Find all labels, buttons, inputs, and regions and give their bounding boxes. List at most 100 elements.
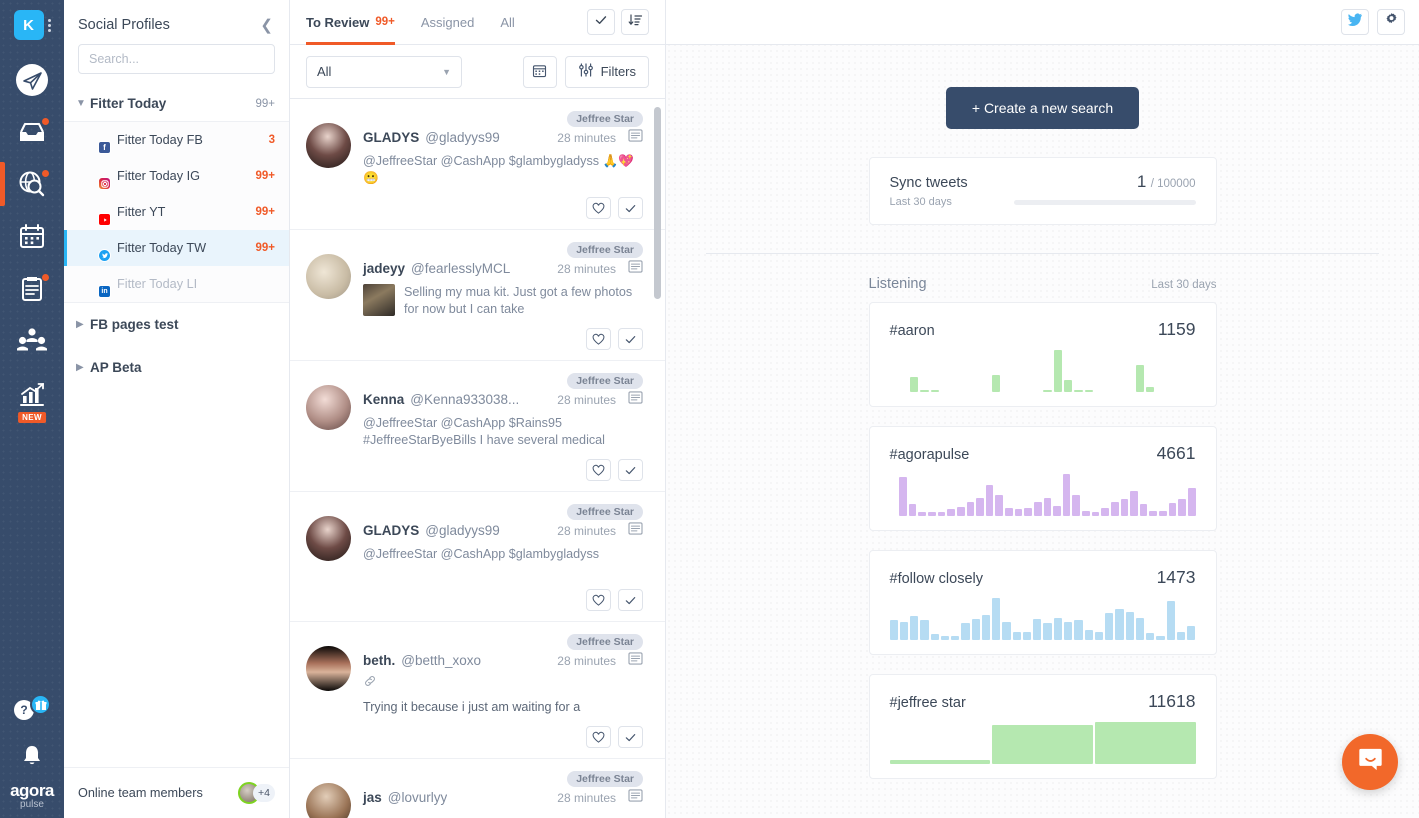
review-button[interactable] <box>618 726 643 748</box>
rail-item-analytics[interactable]: NEW <box>0 366 64 424</box>
sparkline-bar <box>1146 633 1154 640</box>
intercom-chat-button[interactable] <box>1342 734 1398 790</box>
rail-item-listening[interactable] <box>0 158 64 210</box>
sparkline-bar <box>910 377 918 392</box>
sparkline-bar <box>1140 504 1148 516</box>
review-button[interactable] <box>618 197 643 219</box>
social-profiles-panel: Social Profiles ❮ ▼ Fitter Today 99+ f F… <box>64 0 290 818</box>
review-button[interactable] <box>618 459 643 481</box>
analytics-new-badge: NEW <box>18 412 46 423</box>
sidebar-item-fitter-today-ig[interactable]: Fitter Today IG 99+ <box>64 158 289 194</box>
sparkline-bar <box>972 390 980 392</box>
profile-label: Fitter YT <box>117 205 246 219</box>
sidebar-item-fitter-yt[interactable]: Fitter YT 99+ <box>64 194 289 230</box>
sparkline-bar <box>1074 390 1082 392</box>
list-item[interactable]: Jeffree Star GLADYS @gladyys99 28 minute… <box>290 492 665 622</box>
list-item[interactable]: Jeffree Star jas @lovurlyy 28 minutes <box>290 759 665 818</box>
list-item[interactable]: Jeffree Star GLADYS @gladyys99 28 minute… <box>290 99 665 230</box>
users-group-icon <box>16 327 48 353</box>
list-item[interactable]: Jeffree Star jadeyy @fearlesslyMCL 28 mi… <box>290 230 665 361</box>
sidebar-item-fitter-today-li[interactable]: in Fitter Today LI <box>64 266 289 302</box>
rail-item-reports-tasks[interactable] <box>0 262 64 314</box>
profile-group-fb-pages-test[interactable]: ▶ FB pages test <box>64 303 289 346</box>
review-button[interactable] <box>618 328 643 350</box>
twitter-icon <box>1347 13 1363 32</box>
listening-card[interactable]: #follow closely1473 <box>869 550 1217 655</box>
list-item[interactable]: Jeffree Star beth. @betth_xoxo 28 minute… <box>290 622 665 759</box>
profile-count: 99+ <box>255 242 275 254</box>
sync-progress-track <box>1014 200 1196 205</box>
message-list-scrollbar[interactable] <box>654 107 661 299</box>
timestamp: 28 minutes <box>557 131 616 145</box>
message-text: Selling my mua kit. Just got a few photo… <box>404 284 643 318</box>
rail-item-notifications[interactable] <box>0 736 64 776</box>
help-and-gift-group[interactable]: ? <box>12 694 52 724</box>
sidebar-item-fitter-today-fb[interactable]: f Fitter Today FB 3 <box>64 122 289 158</box>
tab-to-review[interactable]: To Review 99+ <box>306 0 395 45</box>
online-team-members-bar[interactable]: Online team members +4 <box>64 767 289 818</box>
listening-card[interactable]: #jeffree star11618 <box>869 674 1217 779</box>
chevron-down-icon: ▼ <box>76 98 90 109</box>
sparkline-bar <box>992 725 1093 764</box>
sparkline-bar <box>1156 390 1164 392</box>
list-item[interactable]: Jeffree Star Kenna @Kenna933038... 28 mi… <box>290 361 665 492</box>
tab-all[interactable]: All <box>500 0 514 45</box>
sparkline-bar <box>982 615 990 640</box>
chevron-left-icon[interactable]: ❮ <box>258 16 275 34</box>
search-input[interactable] <box>78 44 275 74</box>
like-button[interactable] <box>586 589 611 611</box>
sparkline-bar <box>931 390 939 392</box>
filters-button[interactable]: Filters <box>565 56 649 88</box>
review-button[interactable] <box>618 589 643 611</box>
listening-card-count: 1473 <box>1157 567 1196 588</box>
sidebar-item-fitter-today-tw[interactable]: Fitter Today TW 99+ <box>64 230 289 266</box>
tasks-notification-dot <box>41 273 50 282</box>
sparkline-bar <box>1043 390 1051 392</box>
settings-button[interactable] <box>1377 9 1405 35</box>
rail-item-publishing[interactable] <box>0 54 64 106</box>
profile-group-ap-beta[interactable]: ▶ AP Beta <box>64 346 289 389</box>
sparkline-bar <box>1023 390 1031 392</box>
media-thumbnail[interactable] <box>363 284 395 316</box>
workspace-avatar[interactable]: K <box>14 10 44 40</box>
profile-label: Fitter Today FB <box>117 133 260 147</box>
listening-title: Listening <box>869 276 927 292</box>
sparkline-bar <box>890 514 898 516</box>
timestamp: 28 minutes <box>557 791 616 805</box>
timestamp: 28 minutes <box>557 654 616 668</box>
sparkline-bar <box>1121 499 1129 516</box>
sync-title: Sync tweets <box>890 175 968 191</box>
listening-card[interactable]: #agorapulse4661 <box>869 426 1217 531</box>
calendar-icon <box>18 222 46 250</box>
rail-item-calendar[interactable] <box>0 210 64 262</box>
sparkline-bar <box>941 636 949 640</box>
select-value: All <box>317 64 331 79</box>
profile-group-fitter-today[interactable]: ▼ Fitter Today 99+ <box>64 88 289 121</box>
author-name: GLADYS <box>363 523 419 538</box>
rail-item-inbox[interactable] <box>0 106 64 158</box>
sparkline-bar <box>967 502 975 516</box>
gift-icon[interactable] <box>30 694 51 715</box>
like-button[interactable] <box>586 459 611 481</box>
twitter-filter-button[interactable] <box>1341 9 1369 35</box>
sparkline-bar <box>920 390 928 392</box>
profile-filter-select[interactable]: All ▼ <box>306 56 462 88</box>
mark-all-reviewed-button[interactable] <box>587 9 615 35</box>
workspace-brand-row[interactable]: K <box>14 10 51 40</box>
create-new-search-button[interactable]: + Create a new search <box>946 87 1139 129</box>
date-range-button[interactable] <box>523 56 557 88</box>
author-name: Kenna <box>363 392 404 407</box>
sync-subtitle: Last 30 days <box>890 196 952 208</box>
like-button[interactable] <box>586 197 611 219</box>
link-icon <box>363 674 643 693</box>
like-button[interactable] <box>586 726 611 748</box>
sparkline-bar <box>1092 512 1100 516</box>
group-count: 99+ <box>255 98 275 110</box>
rail-item-team[interactable] <box>0 314 64 366</box>
kebab-menu-icon[interactable] <box>48 19 51 32</box>
tab-assigned[interactable]: Assigned <box>421 0 474 45</box>
sort-button[interactable] <box>621 9 649 35</box>
avatar <box>306 123 351 168</box>
listening-card[interactable]: #aaron1159 <box>869 302 1217 407</box>
like-button[interactable] <box>586 328 611 350</box>
